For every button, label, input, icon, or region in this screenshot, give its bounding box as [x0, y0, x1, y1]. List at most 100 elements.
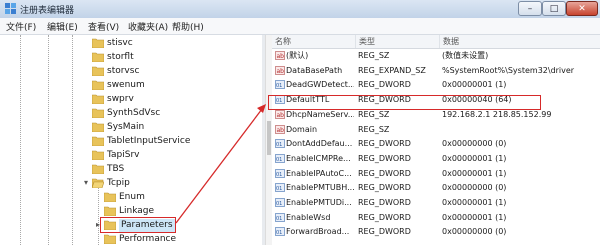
string-value-icon: ab	[275, 124, 285, 134]
value-data: 0x00000000 (0)	[442, 183, 507, 193]
menu-file[interactable]: 文件(F)	[6, 20, 36, 33]
minimize-button[interactable]: –	[518, 1, 542, 16]
folder-icon	[92, 38, 104, 48]
value-name: (默认)	[286, 51, 309, 60]
tree-guide-line	[72, 35, 73, 245]
value-data: 0x00000001 (1)	[442, 80, 507, 90]
svg-text:ab: ab	[277, 68, 285, 75]
registry-app-icon	[5, 3, 16, 14]
folder-icon	[104, 192, 116, 202]
tree-item-label: storvsc	[107, 66, 140, 76]
binary-value-icon: 01	[275, 139, 285, 148]
value-type: REG_DWORD	[358, 198, 411, 207]
value-data: 0x00000001 (1)	[442, 198, 507, 207]
tree-item-label: Performance	[119, 234, 177, 244]
menu-view[interactable]: 查看(V)	[88, 20, 119, 33]
svg-text:01: 01	[276, 142, 282, 148]
menu-bar: 文件(F) 编辑(E) 查看(V) 收藏夹(A) 帮助(H)	[0, 18, 600, 35]
value-row[interactable]: 01 ForwardBroad... REG_DWORD 0x00000000 (0)	[272, 225, 600, 238]
column-header-name[interactable]: 名称	[272, 35, 356, 48]
tree-item-label: TapiSrv	[107, 150, 140, 160]
collapse-arrow-icon[interactable]: ▾	[84, 178, 88, 187]
value-row[interactable]: 01 EnablePMTUDi... REG_DWORD 0x00000001 (1)	[272, 196, 600, 209]
value-list-pane[interactable]: 名称 类型 数据 ab (默认) REG_SZ (数值未设置) ab DataBasePa…	[272, 35, 600, 245]
maximize-button[interactable]: □	[542, 1, 566, 16]
svg-text:ab: ab	[277, 112, 285, 119]
value-type: REG_DWORD	[358, 139, 411, 149]
tree-item-label: swenum	[107, 80, 145, 90]
tree-guide-line	[98, 187, 99, 245]
value-data: 0x00000001 (1)	[442, 168, 507, 178]
tree-item-label: swprv	[107, 94, 134, 104]
tree-guide-line	[48, 35, 49, 245]
value-name: DeadGWDetect...	[286, 80, 354, 90]
value-type: REG_SZ	[358, 124, 390, 134]
svg-text:01: 01	[276, 157, 282, 163]
value-type: REG_DWORD	[358, 153, 411, 163]
value-row[interactable]: 01 EnablePMTUBH... REG_DWORD 0x00000000 (0)	[272, 181, 600, 194]
value-data: 0x00000001 (1)	[442, 153, 507, 163]
value-row[interactable]: 01 DeadGWDetect... REG_DWORD 0x00000001 (1)	[272, 78, 600, 91]
binary-value-icon: 01	[275, 80, 285, 89]
binary-value-icon: 01	[275, 154, 285, 163]
value-name: EnableWsd	[286, 212, 331, 222]
folder-icon	[92, 108, 104, 118]
value-type: REG_EXPAND_SZ	[358, 65, 426, 75]
window-title: 注册表编辑器	[20, 6, 75, 16]
tree-item-label: Tcpip	[107, 178, 130, 188]
tree-item-label: SysMain	[107, 122, 145, 132]
menu-edit[interactable]: 编辑(E)	[47, 20, 78, 33]
value-row[interactable]: 01 DontAddDefau... REG_DWORD 0x00000000 (0)	[272, 137, 600, 150]
editor-content: stisvc storflt storvsc swenum swprv Synt…	[0, 35, 600, 245]
value-name: DataBasePath	[286, 65, 343, 75]
binary-value-icon: 01	[275, 168, 285, 178]
value-row[interactable]: ab DataBasePath REG_EXPAND_SZ %SystemRoot%\…	[272, 64, 600, 77]
value-data: 0x00000001 (1)	[442, 212, 507, 222]
column-header-data[interactable]: 数据	[440, 35, 600, 48]
close-button[interactable]: ✕	[566, 1, 598, 16]
string-value-icon: ab	[275, 51, 285, 60]
svg-text:01: 01	[276, 230, 282, 236]
value-type: REG_DWORD	[358, 212, 411, 222]
tree-item-label: storflt	[107, 52, 134, 62]
value-row[interactable]: 01 EnableIPAutoC... REG_DWORD 0x00000001 (1…	[272, 167, 600, 180]
title-bar: 注册表编辑器 – □ ✕	[0, 0, 600, 18]
tree-guide-line	[20, 35, 21, 245]
value-row[interactable]: ab Domain REG_SZ	[272, 123, 600, 136]
folder-icon	[92, 94, 104, 104]
binary-value-icon: 01	[275, 183, 285, 192]
value-name: EnableIPAutoC...	[286, 168, 352, 178]
value-type: REG_DWORD	[358, 227, 411, 237]
value-data: 0x00000000 (0)	[442, 227, 507, 237]
key-tree-pane[interactable]: stisvc storflt storvsc swenum swprv Synt…	[0, 35, 262, 245]
value-type: REG_DWORD	[358, 168, 411, 178]
list-header: 名称 类型 数据	[272, 35, 600, 49]
value-name: DontAddDefau...	[286, 139, 353, 149]
value-type: REG_DWORD	[358, 183, 411, 193]
svg-text:ab: ab	[277, 53, 285, 60]
folder-icon	[92, 80, 104, 90]
string-value-icon: ab	[275, 109, 285, 119]
value-row[interactable]: ab (默认) REG_SZ (数值未设置)	[272, 49, 600, 62]
svg-text:01: 01	[276, 172, 282, 178]
menu-favorites[interactable]: 收藏夹(A)	[128, 20, 168, 33]
folder-icon	[92, 52, 104, 62]
column-header-type[interactable]: 类型	[356, 35, 440, 48]
value-data: %SystemRoot%\System32\driver	[442, 65, 575, 75]
folder-icon	[92, 66, 104, 76]
folder-icon	[104, 234, 116, 244]
tree-scrollbar-thumb[interactable]	[267, 121, 271, 155]
tree-item-label: Enum	[119, 192, 145, 202]
tree-item-label: TabletInputService	[107, 136, 191, 146]
folder-icon	[92, 150, 104, 160]
value-data: (数值未设置)	[442, 51, 489, 60]
value-row[interactable]: 01 EnableICMPRe... REG_DWORD 0x00000001 (1)	[272, 152, 600, 165]
registry-editor-window: 注册表编辑器 – □ ✕ 文件(F) 编辑(E) 查看(V) 收藏夹(A) 帮助…	[0, 0, 600, 245]
value-name: ForwardBroad...	[286, 227, 350, 237]
value-name: EnableICMPRe...	[286, 153, 351, 163]
menu-help[interactable]: 帮助(H)	[172, 20, 204, 33]
value-row[interactable]: 01 EnableWsd REG_DWORD 0x00000001 (1)	[272, 211, 600, 224]
value-name: EnablePMTUDi...	[286, 198, 352, 207]
tree-item-label: SynthSdVsc	[107, 108, 161, 118]
svg-text:ab: ab	[277, 127, 285, 134]
